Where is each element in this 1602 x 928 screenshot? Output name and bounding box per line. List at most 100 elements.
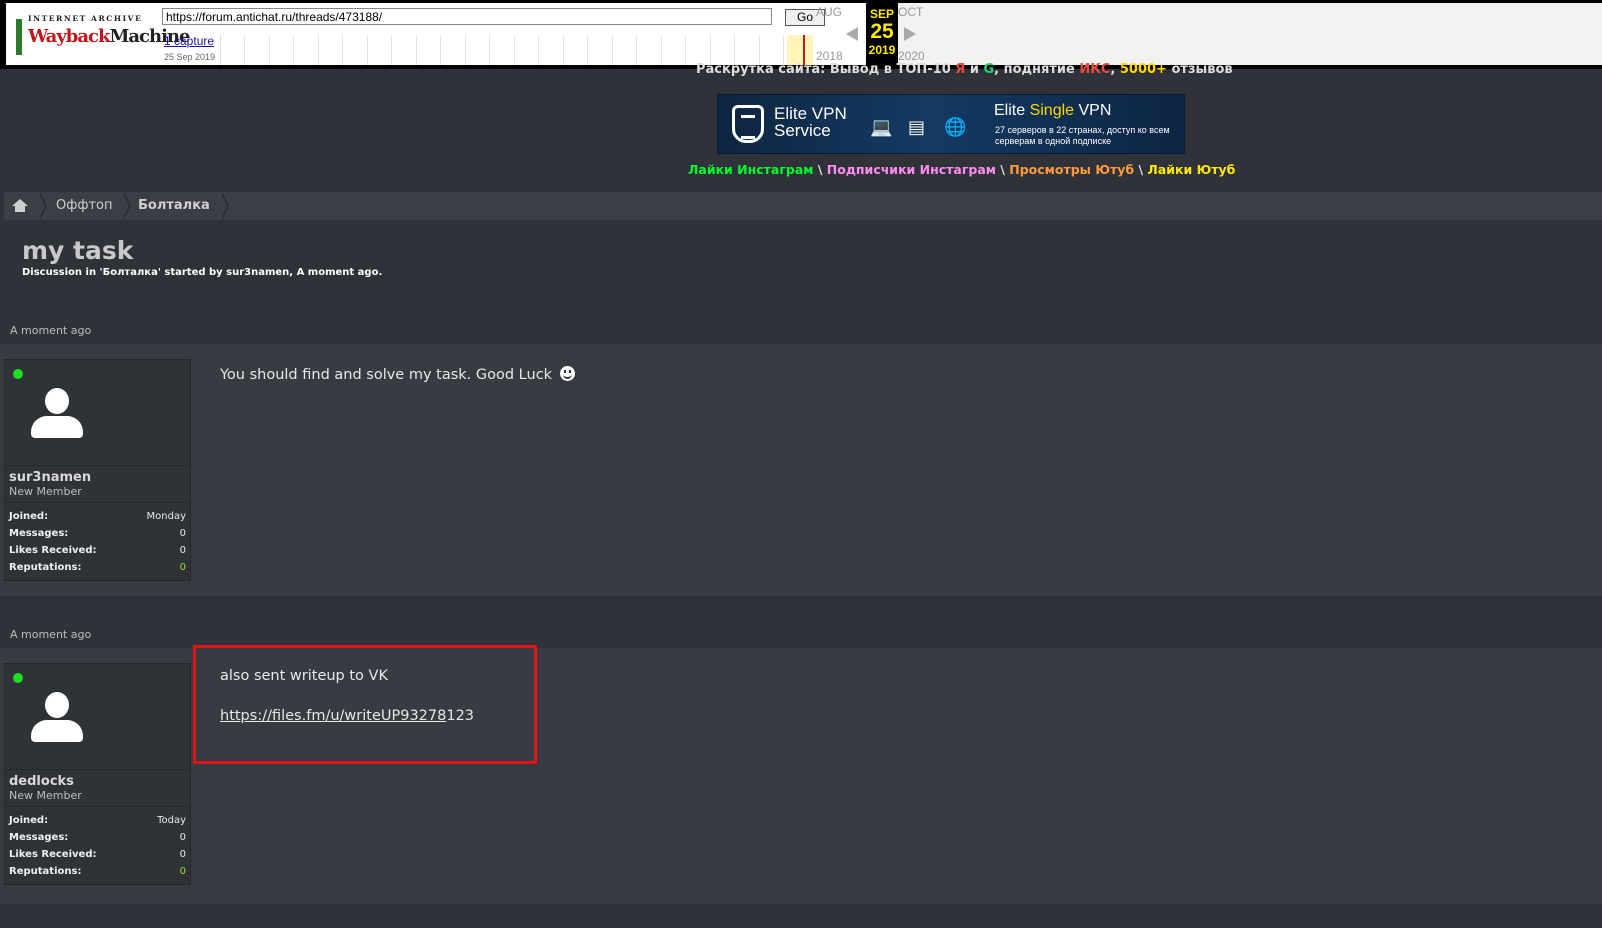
- username[interactable]: sur3namen: [5, 466, 190, 484]
- stat-value: Monday: [146, 511, 186, 522]
- wayback-logo[interactable]: INTERNET ARCHIVE WaybackMachine: [16, 9, 190, 59]
- stat-value: Today: [157, 815, 186, 826]
- prev-capture-arrow-icon[interactable]: [846, 27, 858, 41]
- sparkline-month-cell: [613, 35, 637, 65]
- stat-value: 0: [179, 562, 186, 573]
- stat-messages: Messages: 0: [9, 525, 186, 542]
- avatar-box: [5, 360, 190, 466]
- banner-right-title-a: Elite: [994, 102, 1030, 119]
- wayback-toolbar-panel: INTERNET ARCHIVE WaybackMachine https://…: [6, 3, 1602, 65]
- sparkline-month-cell: [221, 35, 245, 65]
- wayback-right-panel: [898, 3, 1602, 65]
- avatar-box: [5, 664, 190, 770]
- stat-value: 0: [179, 866, 186, 877]
- stat-joined: Joined: Today: [9, 812, 186, 829]
- stat-key: Likes Received:: [9, 545, 97, 556]
- captures-link[interactable]: 1 capture: [164, 34, 214, 48]
- link-separator: \: [1134, 162, 1148, 177]
- link-instagram-likes[interactable]: Лайки Инстаграм: [688, 162, 814, 177]
- current-year: 2019: [868, 43, 896, 57]
- thread-description: Discussion in 'Болталка' started by sur3…: [22, 267, 383, 278]
- sparkline-month-cell: [417, 35, 441, 65]
- breadcrumb-separator: [220, 192, 229, 220]
- promo-google: G: [983, 62, 995, 77]
- vpn-banner[interactable]: Elite VPN Service 💻 ▤ 🌐 Elite Single VPN …: [717, 94, 1185, 154]
- breadcrumb: Оффтоп Болталка: [4, 192, 1602, 220]
- logo-wayback-word: Wayback: [28, 26, 110, 47]
- user-card: dedlocks New Member Joined: Today Message…: [4, 663, 191, 885]
- promo-links: Лайки Инстаграм \ Подписчики Инстаграм \…: [688, 162, 1235, 177]
- sparkline-capture-mark: [803, 35, 805, 65]
- sparkline-month-cell: [491, 35, 515, 65]
- promo-comma: ,: [1110, 62, 1120, 77]
- capture-date-range: 25 Sep 2019: [164, 52, 216, 62]
- sparkline-month-cell: [589, 35, 613, 65]
- stat-value[interactable]: 0: [180, 829, 186, 846]
- online-status-icon: [13, 369, 23, 379]
- sparkline-month-cell: [540, 35, 564, 65]
- next-capture-arrow-icon[interactable]: [904, 27, 916, 41]
- link-youtube-views[interactable]: Просмотры Ютуб: [1009, 162, 1134, 177]
- link-instagram-followers[interactable]: Подписчики Инстаграм: [827, 162, 996, 177]
- wayback-url-input[interactable]: https://forum.antichat.ru/threads/473188…: [162, 8, 772, 25]
- link-separator: \: [995, 162, 1010, 177]
- breadcrumb-separator: [38, 192, 47, 220]
- prev-year-label[interactable]: 2018: [816, 49, 843, 63]
- sparkline-month-cell: [515, 35, 539, 65]
- breadcrumb-boltalka[interactable]: Болталка: [138, 192, 210, 220]
- stat-key: Joined:: [9, 511, 49, 522]
- user-stats: Joined: Monday Messages: 0 Likes Received:…: [5, 503, 190, 580]
- home-icon[interactable]: [12, 199, 28, 213]
- banner-description: 27 серверов в 22 странах, доступ ко всем…: [995, 125, 1170, 146]
- user-title: New Member: [5, 788, 190, 807]
- logo-internet-archive: INTERNET ARCHIVE: [28, 14, 143, 23]
- stat-key: Reputations:: [9, 562, 82, 573]
- sparkline-month-cell: [711, 35, 735, 65]
- promo-yandex: Я: [955, 62, 966, 77]
- globe-icon: 🌐: [944, 117, 967, 138]
- wayback-toolbar: INTERNET ARCHIVE WaybackMachine https://…: [0, 0, 1602, 69]
- promo-text-line[interactable]: Раскрутка сайта: Вывод в ТОП-10 Я и G, п…: [696, 62, 1233, 77]
- banner-left-title-line2: Service: [774, 121, 831, 140]
- stat-reputations: Reputations: 0: [9, 863, 186, 880]
- breadcrumb-offtop[interactable]: Оффтоп: [56, 192, 113, 220]
- prev-month-label[interactable]: AUG: [816, 5, 842, 19]
- user-stats: Joined: Today Messages: 0 Likes Received: 0…: [5, 807, 190, 884]
- smiley-icon: [559, 366, 575, 381]
- current-capture-date: SEP 25 2019: [866, 3, 898, 65]
- sparkline-month-cell: [466, 35, 490, 65]
- sparkline-month-cell: [368, 35, 392, 65]
- post-date[interactable]: A moment ago: [10, 628, 91, 641]
- sparkline-month-cell: [760, 35, 784, 65]
- stat-value[interactable]: 0: [180, 525, 186, 542]
- user-card: sur3namen New Member Joined: Monday Messa…: [4, 359, 191, 581]
- sparkline-current-year: [787, 35, 813, 65]
- sparkline-month-cell: [638, 35, 662, 65]
- sparkline-month-cell: [564, 35, 588, 65]
- post-date[interactable]: A moment ago: [10, 324, 91, 337]
- link-youtube-likes[interactable]: Лайки Ютуб: [1147, 162, 1235, 177]
- username[interactable]: dedlocks: [5, 770, 190, 788]
- sparkline-month-cell: [442, 35, 466, 65]
- promo-text-start: Раскрутка сайта: Вывод в ТОП-10: [696, 62, 956, 77]
- current-month: SEP: [869, 7, 894, 21]
- sparkline-month-cell: [319, 35, 343, 65]
- sparkline-month-cell: [687, 35, 711, 65]
- logo-stripe: [16, 19, 22, 55]
- breadcrumb-separator: [122, 192, 131, 220]
- stat-key: Reputations:: [9, 866, 82, 877]
- post-message-text: You should find and solve my task. Good …: [220, 367, 553, 383]
- stat-value: 0: [179, 545, 186, 556]
- sparkline-month-cell: [662, 35, 686, 65]
- capture-sparkline[interactable]: [220, 35, 820, 65]
- avatar[interactable]: [31, 388, 83, 440]
- stat-key: Joined:: [9, 815, 49, 826]
- stat-likes: Likes Received: 0: [9, 542, 186, 559]
- link-separator: \: [813, 162, 827, 177]
- next-month-label[interactable]: OCT: [898, 5, 923, 19]
- banner-left-title: Elite VPN Service: [774, 105, 847, 139]
- sparkline-month-cell: [270, 35, 294, 65]
- promo-text-end: отзывов: [1166, 62, 1233, 77]
- next-year-label[interactable]: 2020: [898, 49, 925, 63]
- avatar[interactable]: [31, 692, 83, 744]
